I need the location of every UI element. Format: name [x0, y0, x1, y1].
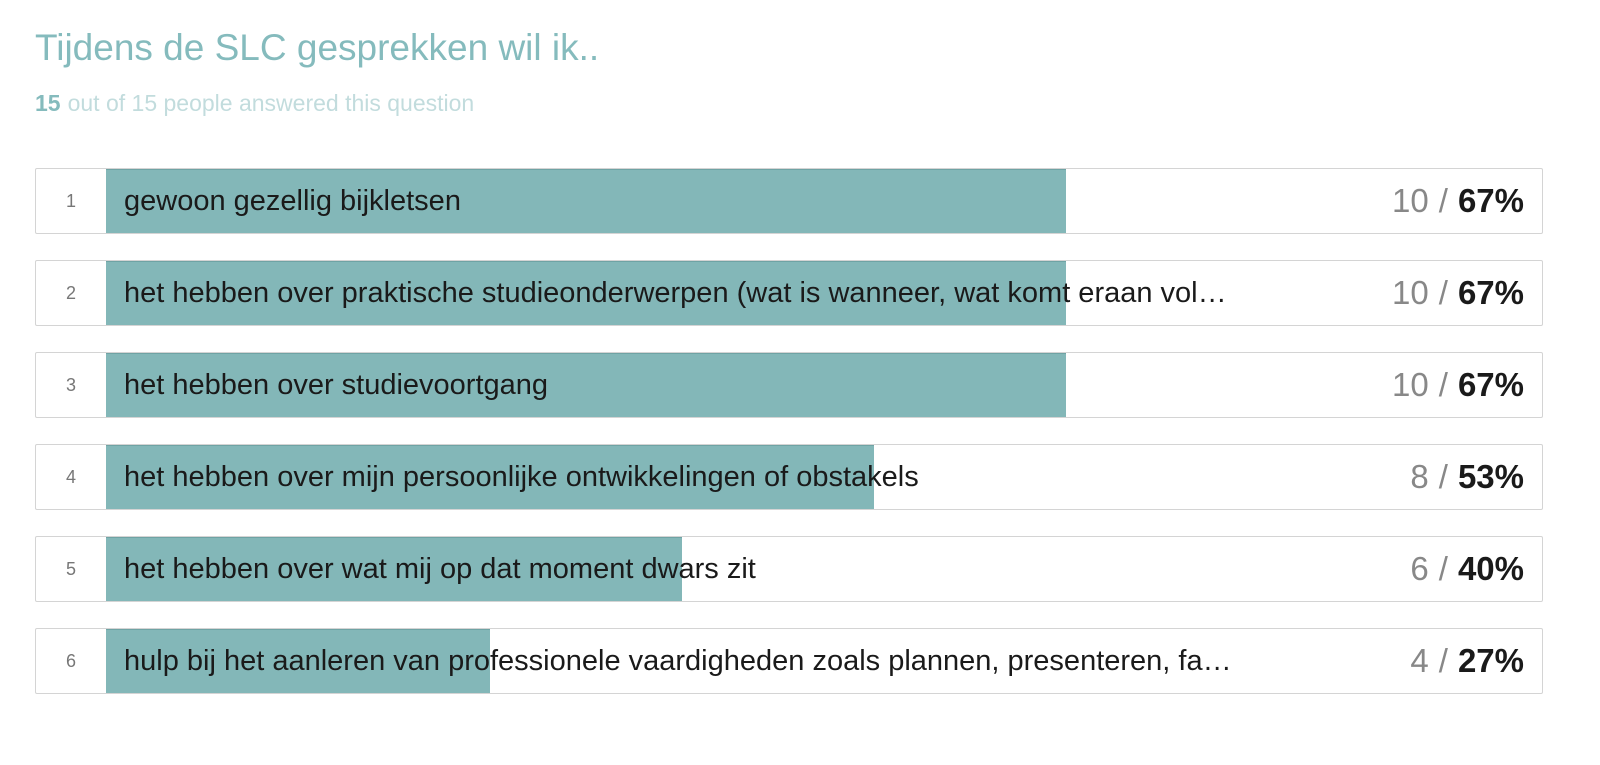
answer-percent: 67%	[1457, 274, 1524, 311]
answer-row: 4 het hebben over mijn persoonlijke ontwi…	[35, 444, 1543, 510]
answer-separator: /	[1438, 550, 1448, 587]
answer-count: 6	[1410, 550, 1429, 587]
answered-count: 15	[35, 90, 61, 116]
answer-count: 4	[1410, 642, 1429, 679]
answer-row: 6 hulp bij het aanleren van professionele…	[35, 628, 1543, 694]
answered-text: out of 15 people answered this question	[67, 90, 475, 116]
answer-count: 10	[1392, 274, 1429, 311]
answer-percent: 40%	[1457, 550, 1524, 587]
answer-label: het hebben over studievoortgang	[124, 368, 549, 401]
answer-count: 10	[1392, 366, 1429, 403]
answer-rank: 1	[65, 190, 76, 211]
answer-separator: /	[1438, 366, 1448, 403]
answer-separator: /	[1438, 274, 1448, 311]
answer-rank: 6	[65, 650, 76, 671]
answer-label: gewoon gezellig bijkletsen	[124, 184, 461, 217]
answer-label-wrap: het hebben over wat mij op dat moment dw…	[124, 537, 1386, 601]
answer-percent: 67%	[1457, 182, 1524, 219]
answer-row: 5 het hebben over wat mij op dat moment d…	[35, 536, 1543, 602]
answer-label: het hebben over wat mij op dat moment dw…	[124, 552, 756, 585]
answer-label-wrap: het hebben over mijn persoonlijke ontwik…	[124, 445, 1386, 509]
answer-stats: 10/67%	[1392, 353, 1524, 417]
answer-rank: 5	[65, 558, 76, 579]
answer-stats: 6/40%	[1410, 537, 1524, 601]
answer-stats: 8/53%	[1410, 445, 1524, 509]
answer-stats: 10/67%	[1392, 261, 1524, 325]
answer-label: het hebben over mijn persoonlijke ontwik…	[124, 460, 919, 493]
answer-row: 1 gewoon gezellig bijkletsen 10/67%	[35, 168, 1543, 234]
answer-label: hulp bij het aanleren van professionele …	[124, 644, 1232, 677]
answer-stats: 10/67%	[1392, 169, 1524, 233]
answer-stats: 4/27%	[1410, 629, 1524, 693]
answer-row: 2 het hebben over praktische studieonderw…	[35, 260, 1543, 326]
answer-row: 3 het hebben over studievoortgang 10/67%	[35, 352, 1543, 418]
answer-label-wrap: hulp bij het aanleren van professionele …	[124, 629, 1386, 693]
answer-separator: /	[1438, 642, 1448, 679]
answer-percent: 27%	[1457, 642, 1524, 679]
answer-label: het hebben over praktische studieonderwe…	[124, 276, 1227, 309]
answer-rows: 1 gewoon gezellig bijkletsen 10/67% 2 het he…	[35, 168, 1543, 720]
answer-count: 8	[1410, 458, 1429, 495]
answer-count: 10	[1392, 182, 1429, 219]
answer-rank: 2	[65, 282, 76, 303]
answered-summary: 15 out of 15 people answered this questio…	[35, 88, 474, 118]
question-title: Tijdens de SLC gesprekken wil ik..	[35, 27, 600, 68]
answer-percent: 53%	[1457, 458, 1524, 495]
answer-rank: 4	[65, 466, 76, 487]
answer-label-wrap: het hebben over studievoortgang	[124, 353, 1386, 417]
answer-label-wrap: het hebben over praktische studieonderwe…	[124, 261, 1386, 325]
answer-label-wrap: gewoon gezellig bijkletsen	[124, 169, 1386, 233]
answer-separator: /	[1438, 458, 1448, 495]
answer-separator: /	[1438, 182, 1448, 219]
answer-percent: 67%	[1457, 366, 1524, 403]
answer-rank: 3	[65, 374, 76, 395]
